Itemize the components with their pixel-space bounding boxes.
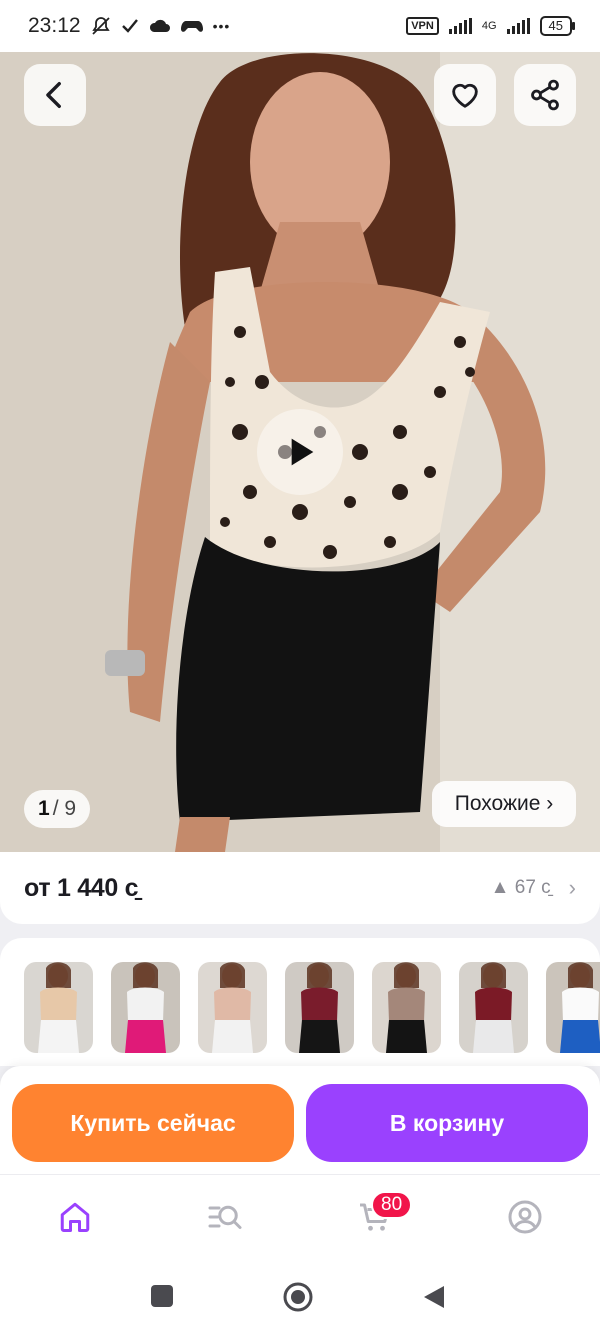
price-change-value: ▲ 67 с̱ (490, 877, 551, 898)
add-to-cart-button[interactable]: В корзину (306, 1084, 588, 1162)
variant-image (473, 962, 514, 1053)
check-icon (121, 19, 138, 33)
price-change[interactable]: ▲ 67 с̱ › (491, 875, 576, 901)
circle-icon (283, 1282, 313, 1312)
price-card: от 1 440 с̱ ▲ 67 с̱ › (0, 852, 600, 924)
variant-thumbnail[interactable] (111, 962, 180, 1053)
share-icon (531, 79, 559, 111)
buy-now-label: Купить сейчас (70, 1109, 236, 1136)
status-bar: 23:12 ••• VPN 4G 45 (0, 0, 600, 52)
variant-thumbnail[interactable] (198, 962, 267, 1053)
triangle-back-icon (424, 1286, 444, 1308)
variant-image (299, 962, 340, 1053)
gallery-counter: 1 / 9 (24, 790, 91, 828)
variant-thumbnail[interactable] (24, 962, 93, 1053)
similar-label: Похожие › (454, 792, 554, 815)
nav-catalog[interactable] (205, 1197, 245, 1237)
variants-card (0, 938, 600, 1066)
back-button[interactable] (24, 64, 86, 126)
nav-profile[interactable] (505, 1197, 545, 1237)
action-bar: Купить сейчас В корзину (0, 1066, 600, 1174)
play-icon (291, 438, 314, 466)
home-system-button[interactable] (283, 1282, 313, 1317)
variant-thumbnail[interactable] (546, 962, 600, 1053)
variant-image (386, 962, 427, 1053)
profile-icon (508, 1200, 542, 1234)
nav-home[interactable] (55, 1197, 95, 1237)
square-icon (151, 1285, 173, 1307)
variant-image (125, 962, 166, 1053)
signal-icon-2 (506, 18, 530, 34)
variant-image (560, 962, 600, 1053)
catalog-search-icon (208, 1205, 242, 1229)
cart-count-badge: 80 (371, 1191, 413, 1219)
favorite-button[interactable] (434, 64, 496, 126)
signal-icon (448, 18, 472, 34)
system-navigation (0, 1260, 600, 1332)
bottom-nav: 80 (0, 1174, 600, 1260)
status-time: 23:12 (28, 14, 81, 37)
home-icon (60, 1202, 90, 1232)
variant-image (38, 962, 79, 1053)
buy-now-button[interactable]: Купить сейчас (12, 1084, 294, 1162)
play-video-button[interactable] (257, 409, 343, 495)
chevron-right-icon: › (568, 875, 576, 900)
gamepad-icon (180, 21, 203, 32)
variant-thumbnail[interactable] (285, 962, 354, 1053)
cloud-icon (149, 19, 170, 32)
battery-indicator: 45 (539, 16, 576, 36)
gallery-current: 1 (38, 797, 50, 820)
status-more-dots: ••• (212, 18, 231, 34)
share-button[interactable] (514, 64, 576, 126)
product-price: от 1 440 с̱ (24, 873, 139, 902)
similar-button[interactable]: Похожие › (432, 781, 576, 827)
variant-thumbnails (24, 962, 600, 1053)
variant-image (212, 962, 253, 1053)
recents-button[interactable] (150, 1284, 174, 1313)
chevron-left-icon (46, 81, 61, 109)
heart-icon (452, 83, 478, 108)
vpn-badge: VPN (406, 17, 439, 35)
variant-thumbnail[interactable] (372, 962, 441, 1053)
gallery-total: / 9 (52, 797, 77, 820)
muted-bell-icon (91, 17, 110, 35)
network-type: 4G (481, 20, 497, 32)
back-system-button[interactable] (422, 1284, 446, 1315)
add-to-cart-label: В корзину (389, 1109, 505, 1136)
product-gallery[interactable]: 1 / 9 Похожие › (0, 52, 600, 852)
variant-thumbnail[interactable] (459, 962, 528, 1053)
